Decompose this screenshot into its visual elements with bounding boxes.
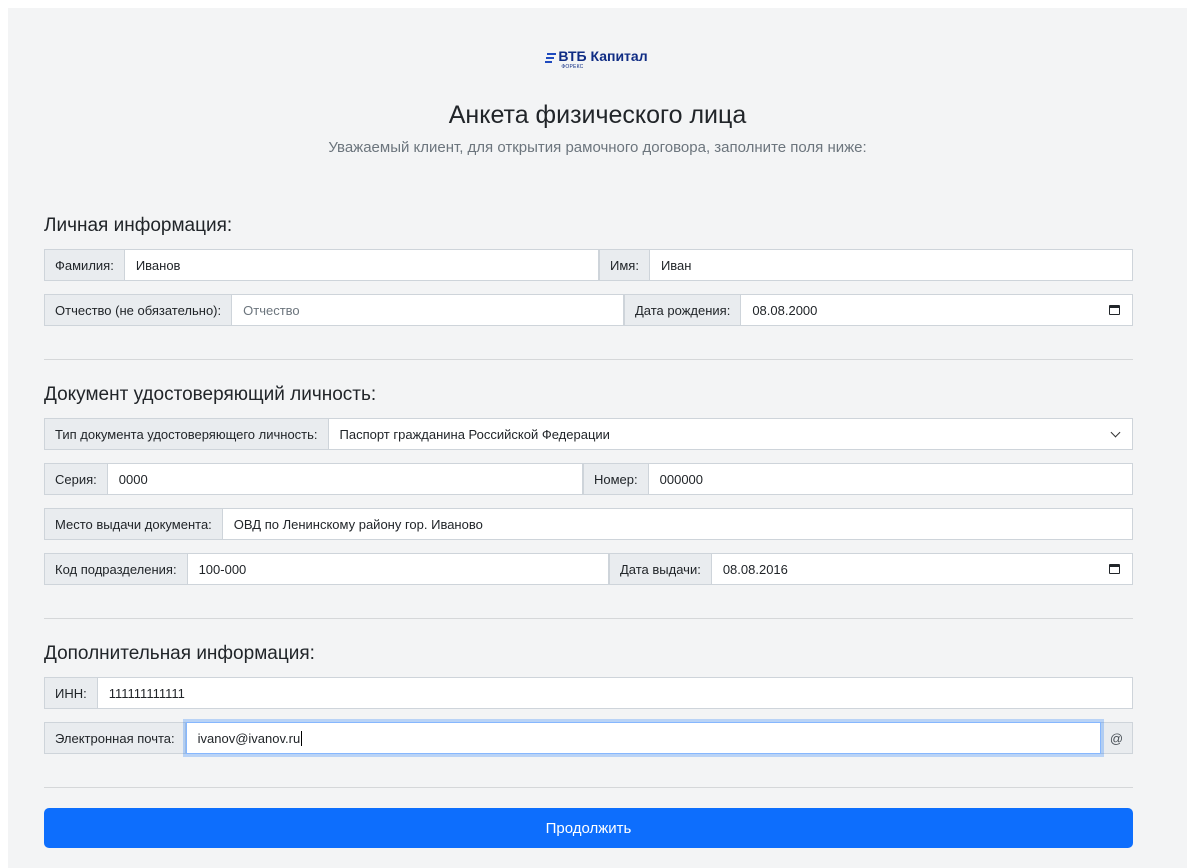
vtb-stripes-icon <box>545 53 557 65</box>
name-input[interactable]: Иван <box>649 249 1133 281</box>
divider <box>44 359 1133 360</box>
code-group: Код подразделения: 100-000 <box>44 553 609 585</box>
doc-type-label: Тип документа удостоверяющего личность: <box>44 418 329 450</box>
form-page: ВТБ Капитал ФОРЕКС Анкета физического ли… <box>8 8 1187 868</box>
number-label: Номер: <box>583 463 649 495</box>
email-input[interactable]: ivanov@ivanov.ru <box>185 722 1101 754</box>
issue-date-value: 08.08.2016 <box>722 561 788 577</box>
row-doc-type: Тип документа удостоверяющего личность: … <box>44 418 1133 450</box>
issue-date-label: Дата выдачи: <box>609 553 712 585</box>
section-title-additional: Дополнительная информация: <box>44 643 315 664</box>
continue-button[interactable]: Продолжить <box>44 808 1133 848</box>
doc-type-group: Тип документа удостоверяющего личность: … <box>44 418 1133 450</box>
name-group: Имя: Иван <box>599 249 1133 281</box>
patronymic-group: Отчество (не обязательно): Отчество <box>44 294 624 326</box>
row-issue-place: Место выдачи документа: ОВД по Ленинском… <box>44 508 1133 540</box>
section-title-personal: Личная информация: <box>44 215 233 236</box>
email-label: Электронная почта: <box>44 722 186 754</box>
issue-date-group: Дата выдачи: 08.08.2016 <box>609 553 1133 585</box>
doc-type-select[interactable]: Паспорт гражданина Российской Федерации <box>328 418 1133 450</box>
series-group: Серия: 0000 <box>44 463 583 495</box>
issue-place-group: Место выдачи документа: ОВД по Ленинском… <box>44 508 1133 540</box>
text-caret <box>301 730 303 746</box>
row-series-number: Серия: 0000 Номер: 000000 <box>44 463 1133 495</box>
number-input[interactable]: 000000 <box>648 463 1133 495</box>
issue-place-label: Место выдачи документа: <box>44 508 223 540</box>
code-label: Код подразделения: <box>44 553 188 585</box>
row-patronymic: Отчество (не обязательно): Отчество Дата… <box>44 294 1133 326</box>
surname-group: Фамилия: Иванов <box>44 249 599 281</box>
logo-name: ВТБ Капитал <box>558 48 648 64</box>
series-input[interactable]: 0000 <box>107 463 583 495</box>
email-value: ivanov@ivanov.ru <box>197 730 301 746</box>
calendar-icon[interactable] <box>1109 564 1120 574</box>
name-label: Имя: <box>599 249 650 281</box>
code-input[interactable]: 100-000 <box>187 553 609 585</box>
calendar-icon[interactable] <box>1109 305 1120 315</box>
at-sign-icon: @ <box>1101 722 1133 754</box>
logo-subtitle: ФОРЕКС <box>561 64 584 70</box>
page-subtitle: Уважаемый клиент, для открытия рамочного… <box>328 139 867 156</box>
divider <box>44 787 1133 788</box>
patronymic-label: Отчество (не обязательно): <box>44 294 233 326</box>
birthdate-input[interactable]: 08.08.2000 <box>741 294 1133 326</box>
surname-label: Фамилия: <box>44 249 125 281</box>
row-inn: ИНН: 111111111111 <box>44 677 1133 709</box>
birthdate-value: 08.08.2000 <box>752 302 818 318</box>
section-title-document: Документ удостоверяющий личность: <box>44 384 377 405</box>
chevron-down-icon <box>1110 427 1121 438</box>
series-label: Серия: <box>44 463 108 495</box>
inn-group: ИНН: 111111111111 <box>44 677 1133 709</box>
doc-type-value: Паспорт гражданина Российской Федерации <box>339 426 610 442</box>
page-title: Анкета физического лица <box>448 101 747 129</box>
divider <box>44 618 1133 619</box>
number-group: Номер: 000000 <box>583 463 1133 495</box>
logo: ВТБ Капитал ФОРЕКС <box>8 48 1187 70</box>
row-name: Фамилия: Иванов Имя: Иван <box>44 249 1133 281</box>
birthdate-label: Дата рождения: <box>624 294 742 326</box>
email-group: Электронная почта: ivanov@ivanov.ru @ <box>44 722 1133 754</box>
birthdate-group: Дата рождения: 08.08.2000 <box>624 294 1133 326</box>
inn-input[interactable]: 111111111111 <box>97 677 1133 709</box>
patronymic-input[interactable]: Отчество <box>232 294 624 326</box>
row-code-date: Код подразделения: 100-000 Дата выдачи: … <box>44 553 1133 585</box>
inn-label: ИНН: <box>44 677 98 709</box>
row-email: Электронная почта: ivanov@ivanov.ru @ <box>44 722 1133 754</box>
issue-date-input[interactable]: 08.08.2016 <box>711 553 1133 585</box>
issue-place-input[interactable]: ОВД по Ленинскому району гор. Иваново <box>222 508 1133 540</box>
surname-input[interactable]: Иванов <box>124 249 599 281</box>
